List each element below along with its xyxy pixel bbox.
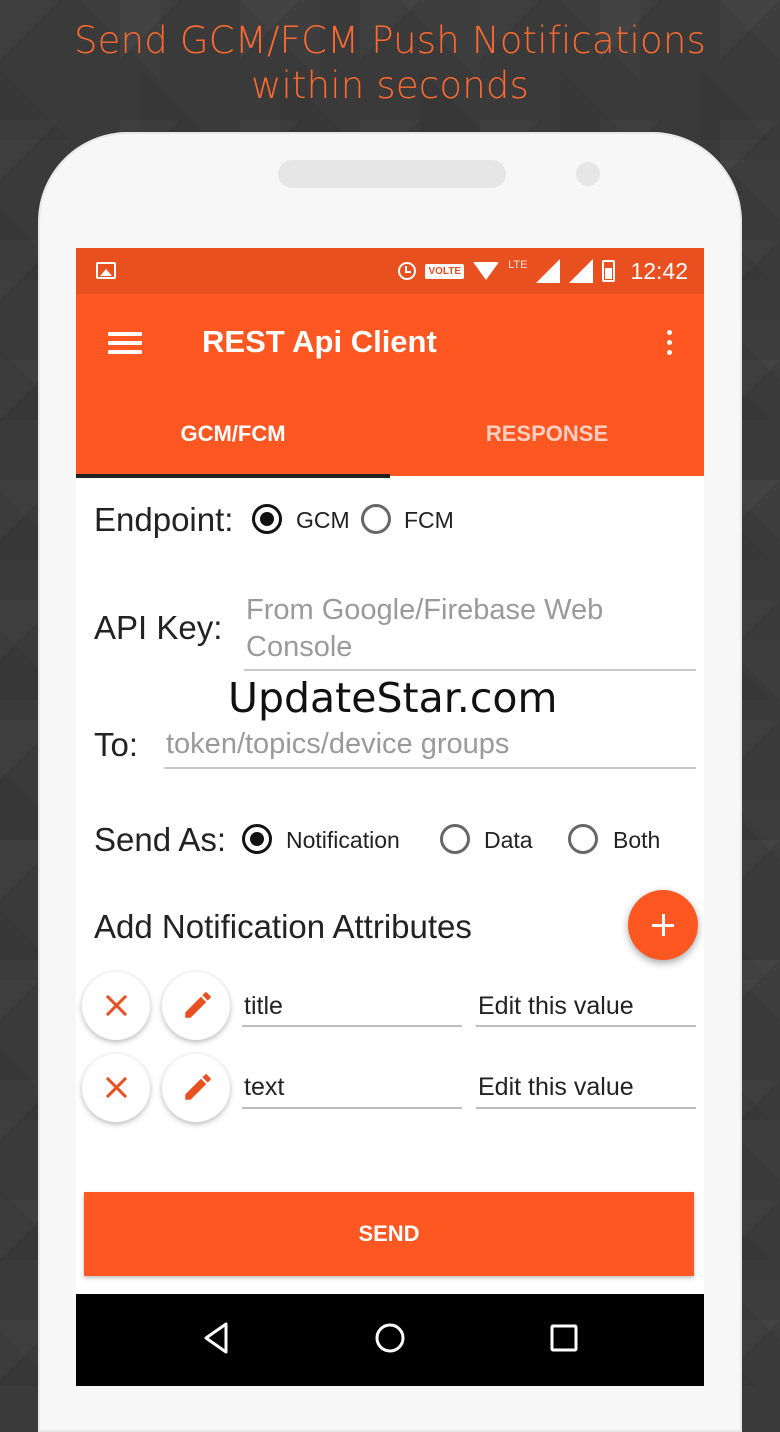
delete-attribute-button[interactable]: [82, 1054, 150, 1122]
add-attribute-button[interactable]: [628, 890, 698, 960]
home-icon[interactable]: [370, 1318, 410, 1358]
to-underline: [164, 767, 696, 769]
delete-attribute-button[interactable]: [82, 972, 150, 1040]
image-notification-icon: [96, 262, 116, 279]
phone-speaker: [278, 160, 506, 188]
endpoint-fcm-radio[interactable]: [361, 504, 391, 534]
send-button[interactable]: SEND: [84, 1192, 694, 1276]
to-label: To:: [94, 726, 139, 763]
promo-headline-line2: within seconds: [250, 64, 530, 107]
api-key-label: API Key:: [94, 609, 223, 646]
battery-icon: [602, 260, 616, 282]
send-as-notification-radio[interactable]: [242, 824, 272, 854]
status-time: 12:42: [630, 257, 688, 284]
tab-indicator: [76, 474, 390, 478]
attribute-value-underline: [476, 1107, 696, 1109]
send-as-data-radio[interactable]: [440, 824, 470, 854]
attribute-key-input[interactable]: text: [244, 1073, 284, 1102]
phone-camera: [576, 162, 600, 186]
promo-headline: Send GCM/FCM Push Notifications within s…: [0, 18, 780, 108]
attribute-key-underline: [242, 1107, 462, 1109]
endpoint-gcm-radio[interactable]: [252, 504, 282, 534]
app-bar: REST Api Client GCM/FCM RESPONSE: [76, 294, 704, 476]
attribute-value-input[interactable]: Edit this value: [478, 1073, 634, 1102]
edit-attribute-button[interactable]: [162, 1054, 230, 1122]
send-as-both-label[interactable]: Both: [613, 827, 660, 854]
recents-icon[interactable]: [544, 1318, 584, 1358]
tab-gcm-fcm[interactable]: GCM/FCM: [76, 414, 390, 476]
attribute-key-input[interactable]: title: [244, 992, 283, 1021]
pencil-icon: [185, 992, 211, 1018]
endpoint-label: Endpoint:: [94, 501, 234, 538]
attribute-key-underline: [242, 1025, 462, 1027]
lte-label: LTE: [508, 259, 528, 271]
tab-response[interactable]: RESPONSE: [390, 414, 704, 476]
attributes-title: Add Notification Attributes: [94, 908, 472, 945]
phone-screen: VOLTE LTE 12:42 REST Api Client GCM/FCM …: [76, 248, 704, 1386]
promo-headline-line1: Send GCM/FCM Push Notifications: [73, 19, 707, 62]
api-key-placeholder-line2: Console: [246, 631, 353, 663]
watermark: UpdateStar.com: [228, 674, 558, 722]
more-options-icon[interactable]: [664, 328, 674, 358]
status-bar: VOLTE LTE 12:42: [76, 248, 704, 294]
attribute-value-input[interactable]: Edit this value: [478, 992, 634, 1021]
signal-icon-1: [536, 259, 561, 283]
status-icons: VOLTE LTE 12:42: [398, 256, 688, 286]
back-icon[interactable]: [196, 1318, 236, 1358]
endpoint-fcm-label[interactable]: FCM: [404, 507, 454, 534]
app-title: REST Api Client: [202, 324, 437, 359]
volte-badge: VOLTE: [425, 263, 465, 279]
endpoint-gcm-label[interactable]: GCM: [296, 507, 350, 534]
api-key-input[interactable]: From Google/Firebase Web Console: [246, 592, 603, 666]
pencil-icon: [185, 1074, 211, 1100]
wifi-icon: [473, 262, 500, 280]
send-as-label: Send As:: [94, 821, 227, 858]
send-as-both-radio[interactable]: [568, 824, 598, 854]
menu-icon[interactable]: [108, 330, 142, 356]
api-key-underline: [244, 669, 696, 671]
send-as-data-label[interactable]: Data: [484, 827, 533, 854]
alarm-icon: [398, 262, 417, 280]
signal-icon-2: [569, 259, 594, 283]
attribute-value-underline: [476, 1025, 696, 1027]
edit-attribute-button[interactable]: [162, 972, 230, 1040]
send-as-notification-label[interactable]: Notification: [286, 827, 400, 854]
navigation-bar: [76, 1294, 704, 1386]
to-input[interactable]: token/topics/device groups: [166, 726, 509, 763]
api-key-placeholder-line1: From Google/Firebase Web: [246, 594, 604, 626]
